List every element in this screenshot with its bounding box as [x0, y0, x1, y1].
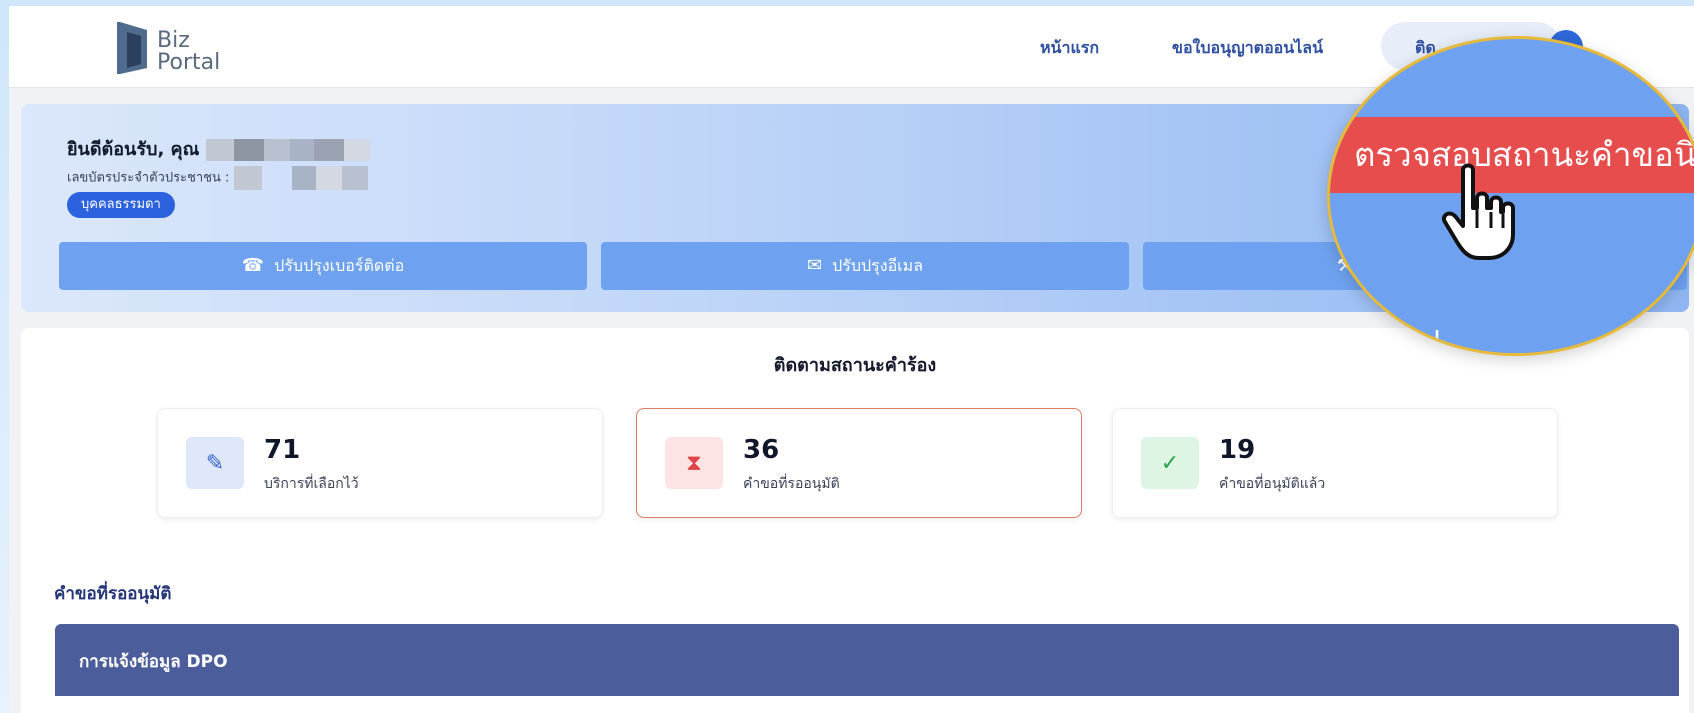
redacted-name-block: [343, 139, 370, 161]
redacted-name-block: [233, 139, 264, 161]
stat-card-pending-requests[interactable]: ⧗ 36 คำขอที่รออนุมัติ: [636, 408, 1082, 518]
redacted-id-block: [341, 166, 368, 190]
bizportal-logo[interactable]: Biz Portal: [117, 16, 247, 82]
hand-cursor-icon: [1442, 163, 1515, 260]
welcome-title: ยินดีต้อนรับ, คุณ: [67, 134, 370, 163]
redacted-name-block: [263, 139, 290, 161]
redacted-name-block: [289, 139, 314, 161]
person-type-badge: บุคคลธรรมดา: [67, 192, 175, 218]
update-email-label: ปรับปรุงอีเมล: [832, 255, 923, 275]
request-tracking-panel: ติดตามสถานะคำร้อง ✎ 71 บริการที่เลือกไว้…: [21, 328, 1689, 713]
dpo-title: การแจ้งข้อมูล DPO: [79, 652, 228, 672]
redacted-id-block: [315, 166, 342, 190]
check-icon: ✓: [1141, 437, 1199, 489]
redacted-name-block: [205, 139, 234, 161]
logo-text-portal: Portal: [157, 50, 221, 75]
stat-label: คำขอที่อนุมัติแล้ว: [1219, 476, 1326, 492]
redacted-name-block: [313, 139, 344, 161]
logo-text-biz: Biz: [157, 28, 190, 53]
tracking-title: ติดตามสถานะคำร้อง: [773, 355, 937, 376]
envelope-icon: ✉: [807, 255, 823, 276]
pending-section-heading: คำขอที่รออนุมัติ: [54, 584, 172, 604]
logo-mark-icon: [117, 22, 147, 74]
pencil-icon: ✎: [186, 437, 244, 489]
app-frame: Biz Portal หน้าแรก ขอใบอนุญาตออนไลน์ ติด…: [9, 6, 1694, 713]
citizen-id-line: เลขบัตรประจำตัวประชาชน :: [67, 166, 368, 190]
redacted-id-block: [291, 166, 316, 190]
nav-home-link[interactable]: หน้าแรก: [1040, 36, 1099, 61]
stat-card-selected-services[interactable]: ✎ 71 บริการที่เลือกไว้: [157, 408, 603, 518]
stat-value: 36: [743, 435, 780, 465]
dpo-notification-header[interactable]: การแจ้งข้อมูล DPO: [55, 624, 1679, 696]
stat-label: บริการที่เลือกไว้: [264, 476, 359, 492]
stat-value: 71: [264, 435, 301, 465]
redacted-id-gap: [266, 166, 288, 190]
magnifier-partial-text: ol: [1416, 325, 1441, 356]
update-phone-button[interactable]: ☎ ปรับปรุงเบอร์ติดต่อ: [59, 242, 587, 290]
stat-value: 19: [1219, 435, 1256, 465]
citizen-id-label: เลขบัตรประจำตัวประชาชน :: [67, 170, 230, 186]
hourglass-icon: ⧗: [665, 437, 723, 489]
phone-icon: ☎: [241, 255, 265, 276]
stat-label: คำขอที่รออนุมัติ: [743, 476, 840, 492]
stat-card-approved-requests[interactable]: ✓ 19 คำขอที่อนุมัติแล้ว: [1112, 408, 1558, 518]
update-phone-label: ปรับปรุงเบอร์ติดต่อ: [274, 255, 405, 275]
redacted-id-block: [233, 166, 262, 190]
welcome-greeting: ยินดีต้อนรับ, คุณ: [67, 139, 200, 160]
nav-license-online-link[interactable]: ขอใบอนุญาตออนไลน์: [1172, 36, 1323, 61]
update-email-button[interactable]: ✉ ปรับปรุงอีเมล: [601, 242, 1129, 290]
